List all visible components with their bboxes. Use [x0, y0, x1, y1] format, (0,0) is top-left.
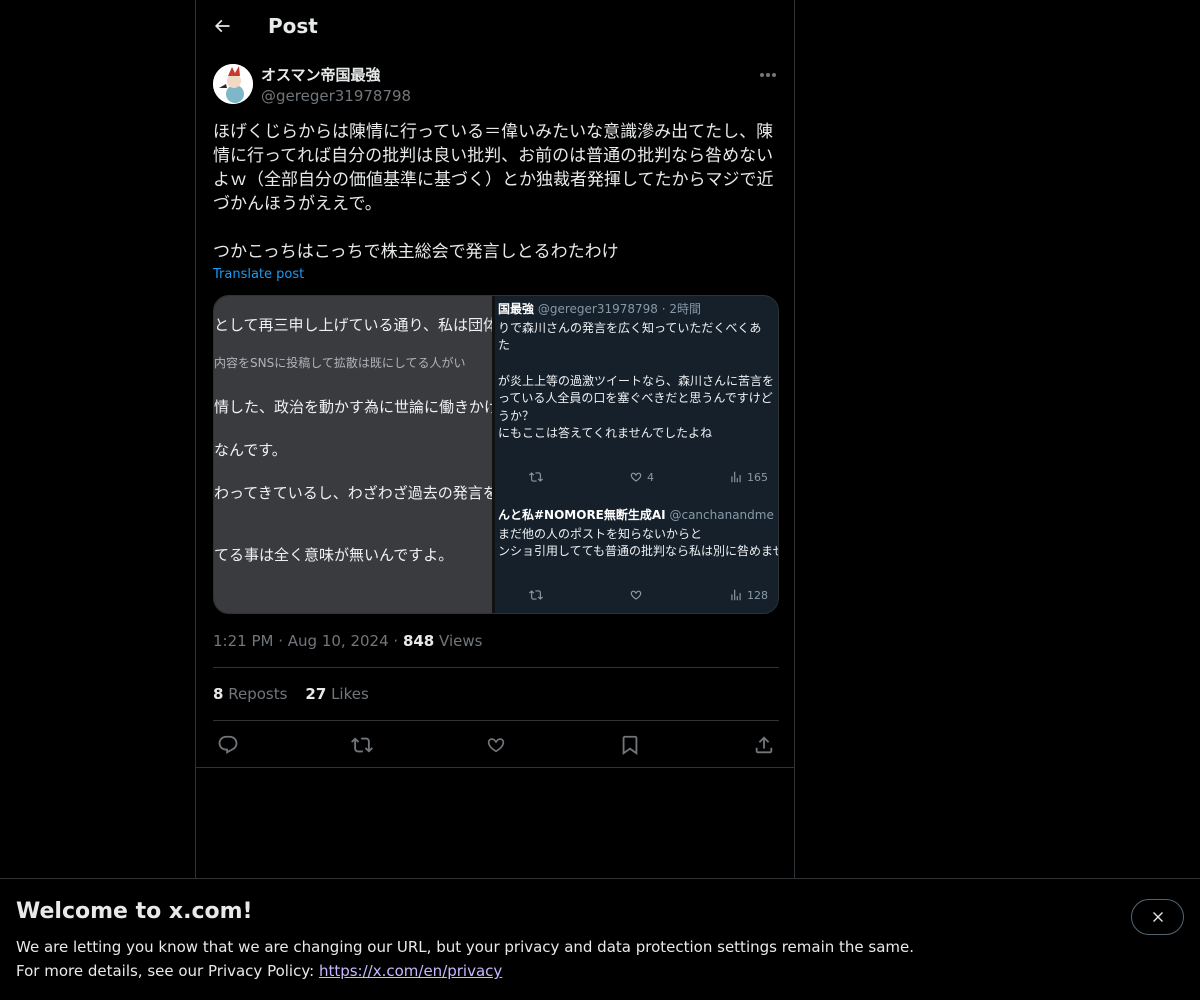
embedded-tweet-line: にもここは答えてくれませんでしたよね [498, 426, 713, 440]
embedded-views-count: 128 [747, 588, 768, 602]
post-actions [213, 732, 779, 758]
embedded-views: 128 [729, 588, 768, 602]
embedded-repost [529, 470, 543, 484]
embedded-tweet-name: んと私#NOMORE無断生成AI [498, 508, 666, 522]
main-column: Post オスマン帝国最強 @gereger31978798 ほげくじらからは陳… [195, 0, 795, 1000]
close-banner-button[interactable] [1131, 899, 1184, 935]
page-title: Post [268, 14, 318, 38]
reply-icon [218, 735, 238, 754]
post-meta: 1:21 PM · Aug 10, 2024 · 848 Views [213, 632, 483, 650]
media-left-line: 内容をSNSに投稿して拡散は既にしてる人がい [214, 356, 466, 370]
media-left-line: てる事は全く意味が無いんですよ。 [214, 546, 454, 564]
embedded-tweet-line: が炎上上等の過激ツイートなら、森川さんに苦言を [498, 374, 775, 388]
media-left-line: 情した、政治を動かす為に世論に働きかけ [214, 398, 495, 416]
arrow-left-icon [214, 19, 230, 33]
reply-button[interactable] [215, 732, 241, 758]
embedded-views-count: 165 [747, 470, 768, 484]
media-left-line: わってきているし、わざわざ過去の発言を [214, 484, 495, 502]
embedded-tweet-line: た [498, 338, 511, 352]
author-handle[interactable]: @gereger31978798 [261, 86, 411, 106]
privacy-policy-link[interactable]: https://x.com/en/privacy [319, 962, 502, 980]
embedded-likes [629, 588, 643, 602]
post-stats: 8 Reposts 27 Likes [213, 684, 387, 704]
views-icon [731, 589, 741, 601]
like-icon [630, 590, 642, 600]
embedded-tweet-line: ンショ引用してても普通の批判なら私は別に咎めませ [498, 544, 779, 558]
views-label: Views [439, 632, 483, 650]
more-icon [760, 73, 776, 77]
embedded-tweet-header: 国最強 @gereger31978798 · 2時間 [498, 300, 701, 317]
reposts-stat[interactable]: 8 Reposts [213, 684, 287, 704]
post-time[interactable]: 1:21 PM [213, 632, 273, 650]
translate-post-link[interactable]: Translate post [213, 266, 304, 284]
embedded-tweet-line: うか？ [498, 409, 535, 423]
embedded-tweet-line: っている人全員の口を塞ぐべきだと思うんですけど [498, 391, 773, 405]
banner-privacy-text: For more details, see our Privacy Policy… [16, 961, 502, 981]
media-left-line: として再三申し上げている通り、私は団体 [214, 316, 495, 334]
embedded-repost [529, 588, 543, 602]
welcome-banner: Welcome to x.com! We are letting you kno… [0, 878, 1200, 1000]
banner-title: Welcome to x.com! [16, 899, 253, 924]
views-count: 848 [402, 632, 435, 650]
repost-icon [351, 737, 373, 753]
post-media-image[interactable]: として再三申し上げている通り、私は団体 内容をSNSに投稿して拡散は既にしてる人… [213, 295, 779, 614]
banner-message: We are letting you know that we are chan… [16, 938, 915, 956]
back-button[interactable] [204, 8, 240, 44]
bookmark-button[interactable] [617, 732, 643, 758]
embedded-likes-count: 4 [647, 470, 654, 484]
divider [213, 720, 779, 721]
share-button[interactable] [751, 732, 777, 758]
media-left-screenshot: として再三申し上げている通り、私は団体 内容をSNSに投稿して拡散は既にしてる人… [214, 296, 495, 613]
avatar[interactable] [213, 64, 253, 104]
likes-label: Likes [331, 685, 369, 703]
embedded-tweet-line: まだ他の人のポストを知らないからと [498, 527, 703, 541]
reposts-label: Reposts [228, 685, 288, 703]
embedded-views: 165 [729, 470, 768, 484]
post-date[interactable]: Aug 10, 2024 [288, 632, 389, 650]
reposts-count: 8 [213, 685, 224, 703]
share-icon [755, 736, 773, 754]
author-name[interactable]: オスマン帝国最強 [261, 65, 381, 85]
embedded-tweet-line: りで森川さんの発言を広く知っていただくべくあ [498, 321, 762, 335]
embedded-tweet-header: んと私#NOMORE無断生成AI @canchanandme · 2時 [498, 506, 778, 523]
repost-button[interactable] [349, 732, 375, 758]
divider [196, 767, 794, 768]
repost-icon [529, 472, 543, 482]
like-icon [487, 738, 505, 753]
like-icon [630, 472, 642, 482]
embedded-likes: 4 [629, 470, 654, 484]
banner-privacy-prefix: For more details, see our Privacy Policy… [16, 962, 319, 980]
page-header: Post [196, 0, 794, 53]
media-right-screenshot: 国最強 @gereger31978798 · 2時間 りで森川さんの発言を広く知… [498, 296, 779, 613]
embedded-tweet-handle: @canchanandme · 2時 [669, 508, 778, 522]
close-icon [1152, 912, 1163, 922]
divider [213, 667, 779, 668]
views-icon [731, 471, 741, 483]
likes-stat[interactable]: 27 Likes [305, 684, 368, 704]
bookmark-icon [622, 735, 638, 756]
more-button[interactable] [754, 64, 782, 86]
like-button[interactable] [483, 732, 509, 758]
embedded-tweet-handle: @gereger31978798 · 2時間 [537, 302, 701, 316]
repost-icon [529, 590, 543, 600]
avatar-icon [213, 64, 253, 104]
post-text: ほげくじらからは陳情に行っている＝偉いみたいな意識滲み出てたし、陳情に行ってれば… [213, 122, 774, 262]
embedded-tweet-name: 国最強 [498, 302, 535, 316]
likes-count: 27 [305, 685, 327, 703]
media-left-line: なんです。 [214, 441, 287, 459]
